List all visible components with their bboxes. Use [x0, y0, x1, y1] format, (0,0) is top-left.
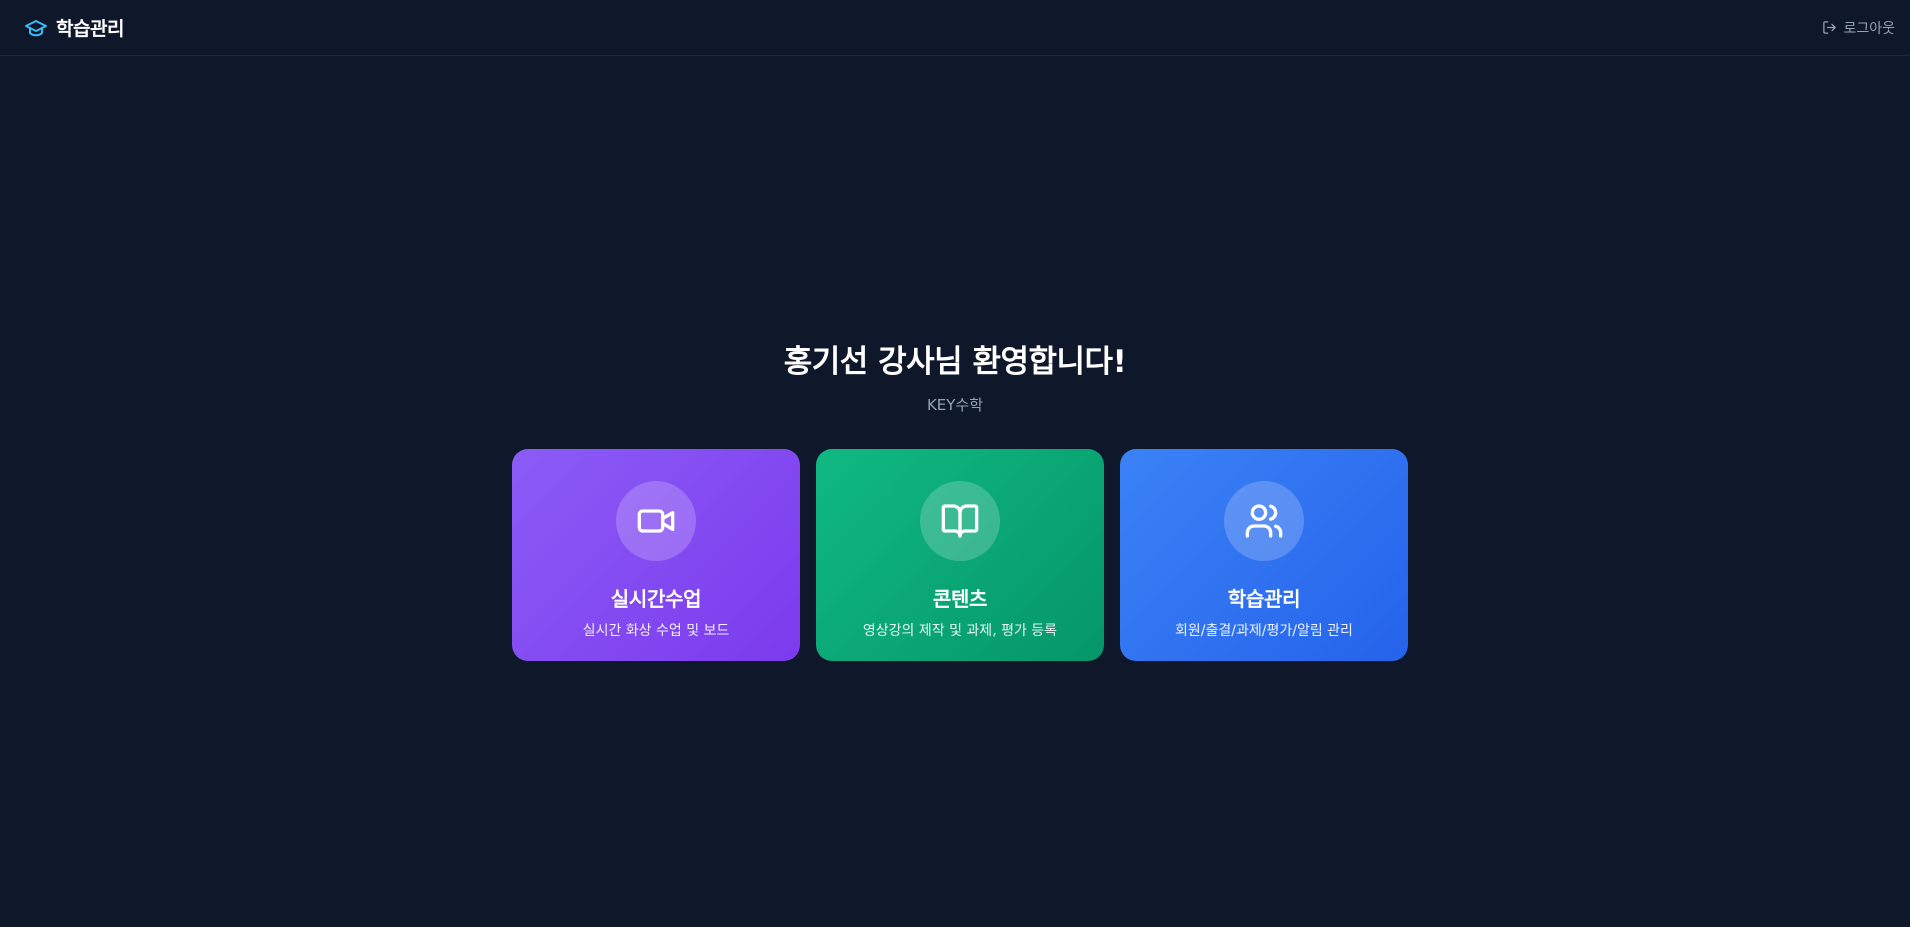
logout-label: 로그아웃 — [1843, 20, 1895, 37]
welcome-section: 홍기선 강사님 환영합니다! KEY수학 — [0, 338, 1910, 415]
logout-button[interactable]: 로그아웃 — [1822, 18, 1895, 38]
graduation-cap-icon — [24, 16, 48, 40]
book-open-icon — [941, 504, 979, 538]
welcome-title: 홍기선 강사님 환영합니다! — [783, 344, 1127, 380]
brand[interactable]: 학습관리 — [24, 14, 124, 41]
users-icon — [1245, 504, 1283, 538]
card-description: 영상강의 제작 및 과제, 평가 등록 — [862, 623, 1058, 639]
live-class-card[interactable]: 실시간수업 실시간 화상 수업 및 보드 — [512, 449, 800, 661]
card-title: 학습관리 — [1227, 587, 1301, 611]
brand-title: 학습관리 — [56, 18, 124, 40]
menu-cards: 실시간수업 실시간 화상 수업 및 보드 콘텐츠 영상강의 제작 및 과제, 평… — [512, 449, 1408, 661]
card-title: 콘텐츠 — [932, 587, 988, 611]
top-navigation-bar: 학습관리 로그아웃 — [0, 0, 1910, 56]
content-card[interactable]: 콘텐츠 영상강의 제작 및 과제, 평가 등록 — [816, 449, 1104, 661]
card-icon-circle — [920, 481, 1000, 561]
log-out-icon — [1822, 20, 1837, 35]
academy-name: KEY수학 — [926, 396, 984, 414]
card-description: 회원/출결/과제/평가/알림 관리 — [1175, 623, 1353, 639]
learning-management-card[interactable]: 학습관리 회원/출결/과제/평가/알림 관리 — [1120, 449, 1408, 661]
card-description: 실시간 화상 수업 및 보드 — [582, 623, 730, 639]
video-camera-icon — [637, 509, 675, 533]
card-title: 실시간수업 — [610, 587, 702, 611]
card-icon-circle — [1224, 481, 1304, 561]
card-icon-circle — [616, 481, 696, 561]
